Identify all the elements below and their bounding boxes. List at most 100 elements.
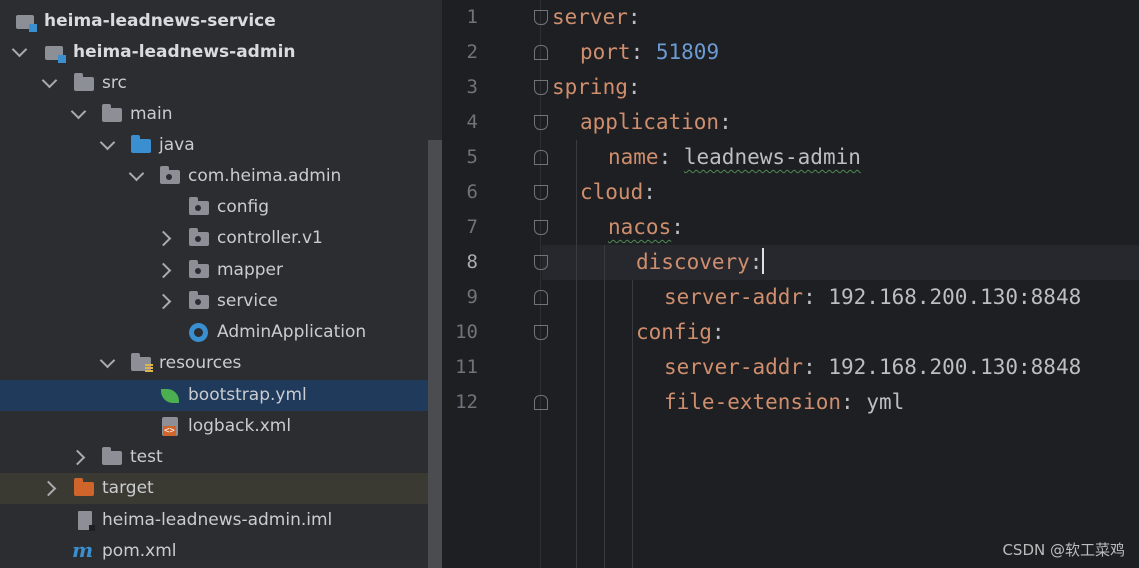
code-line-6[interactable]: cloud: [580,175,656,210]
fold-end-icon[interactable] [534,150,548,165]
chevron-right-icon[interactable] [155,293,172,310]
tree-item-label: resources [159,353,242,373]
tree-item-com-heima-admin[interactable]: com.heima.admin [0,161,428,192]
chevron-down-icon[interactable] [99,134,116,151]
tree-item-label: test [130,447,163,467]
indent-guide [604,245,605,568]
line-number: 3 [466,76,478,98]
tree-item-src[interactable]: src [0,68,428,99]
tree-item-resources[interactable]: resources [0,348,428,379]
fold-end-icon[interactable] [534,290,548,305]
line-number: 4 [466,111,478,133]
line-number: 8 [466,251,478,273]
line-number: 11 [455,356,478,378]
code-line-1[interactable]: server: [552,0,641,35]
yaml-key: server-addr [664,285,804,309]
yaml-key: nacos [608,215,672,239]
yaml-key: config [636,320,712,344]
yaml-separator: : [711,320,725,344]
fold-end-icon[interactable] [534,45,548,60]
tree-item-service[interactable]: service [0,286,428,317]
tree-item-label: com.heima.admin [188,166,342,186]
tree-item-pom-xml[interactable]: m pom.xml [0,536,428,567]
code-line-8[interactable]: discovery: [636,245,765,280]
tree-item-label: logback.xml [188,416,292,436]
tree-item-label: heima-leadnews-service [44,11,276,31]
tree-item-iml[interactable]: heima-leadnews-admin.iml [0,505,428,536]
chevron-right-icon[interactable] [40,480,57,497]
fold-toggle-icon[interactable] [534,10,548,25]
tree-item-test[interactable]: test [0,442,428,473]
fold-toggle-icon[interactable] [534,185,548,200]
yaml-separator: : [841,390,867,414]
chevron-down-icon[interactable] [70,103,87,120]
code-line-5[interactable]: name: leadnews-admin [608,140,861,175]
line-number: 7 [466,216,478,238]
yaml-string-value: 192.168.200.130:8848 [828,285,1082,309]
yaml-separator: : [719,110,732,134]
yaml-string-value: 192.168.200.130:8848 [828,355,1082,379]
fold-toggle-icon[interactable] [534,80,548,95]
code-editor[interactable]: 1 2 3 4 5 6 7 8 9 10 11 12 server: port:… [442,0,1139,568]
chevron-right-icon[interactable] [155,230,172,247]
tree-item-admin-application[interactable]: AdminApplication [0,317,428,348]
tree-item-controller-v1[interactable]: controller.v1 [0,223,428,254]
tree-item-label: service [217,291,278,311]
line-number: 1 [466,6,478,28]
code-line-7[interactable]: nacos: [608,210,684,245]
code-line-12[interactable]: file-extension: yml [664,385,904,420]
tree-item-heima-leadnews-service[interactable]: heima-leadnews-service [0,6,428,37]
chevron-right-icon[interactable] [69,449,86,466]
text-caret [762,248,765,274]
tree-item-label: config [217,197,270,217]
folder-icon [102,104,122,122]
code-line-11[interactable]: server-addr: 192.168.200.130:8848 [664,350,1081,385]
maven-icon: m [72,538,94,562]
yaml-key: file-extension [664,390,842,414]
tree-item-config[interactable]: config [0,192,428,223]
chevron-down-icon[interactable] [99,352,116,369]
tree-item-java[interactable]: java [0,130,428,161]
folder-icon [102,447,122,465]
fold-toggle-icon[interactable] [534,255,548,270]
chevron-down-icon[interactable] [128,165,145,182]
tree-item-mapper[interactable]: mapper [0,255,428,286]
code-line-4[interactable]: application: [580,105,732,140]
package-icon [189,291,209,309]
line-number: 2 [466,41,478,63]
yaml-separator: : [671,215,684,239]
fold-toggle-icon[interactable] [534,325,548,340]
package-icon [189,228,209,246]
code-line-3[interactable]: spring: [552,70,641,105]
tree-item-label: controller.v1 [217,228,323,248]
tree-item-label: heima-leadnews-admin [73,42,296,62]
code-line-10[interactable]: config: [636,315,725,350]
iml-file-icon [78,511,95,531]
tree-item-target[interactable]: target [0,473,428,504]
fold-toggle-icon[interactable] [534,115,548,130]
tree-item-logback-xml[interactable]: logback.xml [0,411,428,442]
resources-folder-icon [131,353,153,373]
chevron-right-icon[interactable] [155,262,172,279]
yaml-separator: : [643,180,656,204]
xml-file-icon [162,417,178,436]
tree-item-label: target [102,478,154,498]
tree-item-main[interactable]: main [0,99,428,130]
fold-end-icon[interactable] [534,395,548,410]
yaml-key: port [580,40,631,64]
code-line-2[interactable]: port: 51809 [580,35,719,70]
tree-item-bootstrap-yml[interactable]: bootstrap.yml [0,380,428,411]
fold-toggle-icon[interactable] [534,220,548,235]
spring-yaml-icon [161,389,179,403]
code-line-9[interactable]: server-addr: 192.168.200.130:8848 [664,280,1081,315]
tree-item-heima-leadnews-admin[interactable]: heima-leadnews-admin [0,37,428,68]
yaml-string-value: leadnews-admin [683,145,861,169]
spring-boot-app-icon [189,323,208,342]
yaml-key: cloud [580,180,644,204]
chevron-down-icon[interactable] [11,41,28,58]
tree-scrollbar-thumb[interactable] [428,140,442,568]
chevron-down-icon[interactable] [41,72,58,89]
yaml-key: discovery [636,250,750,274]
yaml-key: application [580,110,720,134]
yaml-separator: : [630,40,656,64]
